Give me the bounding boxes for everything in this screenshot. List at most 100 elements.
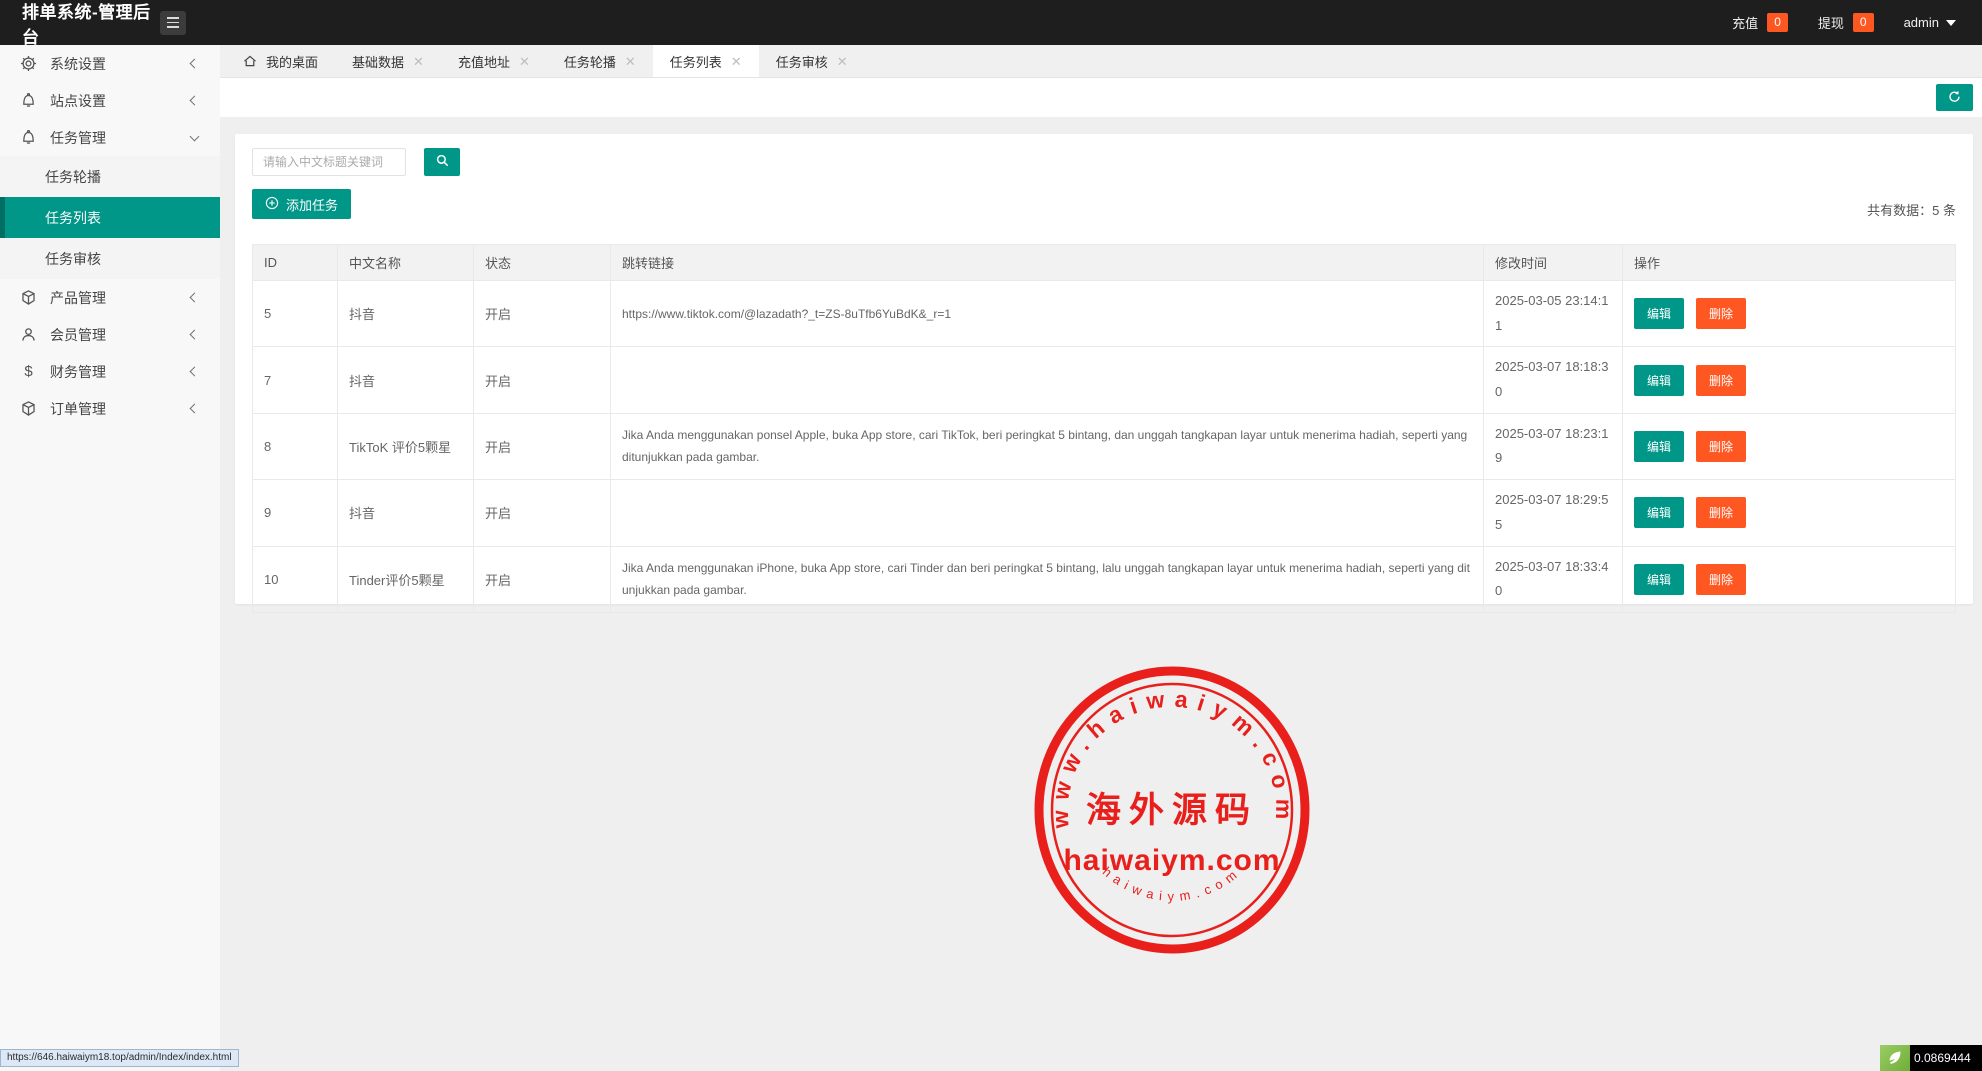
sidebar-item-task-management[interactable]: 任务管理 [0, 119, 220, 156]
dollar-icon: $ [20, 363, 37, 380]
cell-id: 7 [253, 347, 338, 413]
svg-text:haiwaiym.com: haiwaiym.com [1100, 864, 1244, 904]
chevron-down-icon [190, 131, 200, 141]
submenu-item-label: 任务列表 [45, 208, 101, 228]
username: admin [1904, 15, 1939, 30]
user-menu[interactable]: admin [1904, 15, 1956, 30]
col-time: 修改时间 [1484, 245, 1623, 281]
hamburger-menu-icon[interactable] [160, 11, 186, 35]
close-icon[interactable]: ✕ [519, 55, 530, 68]
delete-button[interactable]: 删除 [1696, 497, 1746, 528]
delete-button[interactable]: 删除 [1696, 365, 1746, 396]
chevron-left-icon [190, 330, 200, 340]
cell-id: 8 [253, 413, 338, 479]
search-button[interactable] [424, 148, 460, 176]
recharge-count-badge: 0 [1767, 13, 1788, 31]
chevron-left-icon [190, 404, 200, 414]
chevron-down-icon [1946, 20, 1956, 26]
sidebar-item-label: 站点设置 [50, 91, 191, 111]
tab-task-carousel[interactable]: 任务轮播 ✕ [547, 45, 653, 77]
cell-link: Jika Anda menggunakan iPhone, buka App s… [611, 546, 1484, 612]
sidebar-item-task-carousel[interactable]: 任务轮播 [0, 156, 220, 197]
chevron-left-icon [190, 293, 200, 303]
sidebar-item-order-management[interactable]: 订单管理 [0, 390, 220, 427]
cell-name: 抖音 [338, 281, 474, 347]
cell-id: 10 [253, 546, 338, 612]
refresh-icon [1947, 89, 1962, 107]
edit-button[interactable]: 编辑 [1634, 497, 1684, 528]
cell-link: https://www.tiktok.com/@lazadath?_t=ZS-8… [611, 281, 1484, 347]
sidebar-item-label: 订单管理 [50, 399, 191, 419]
tab-task-review[interactable]: 任务审核 ✕ [759, 45, 865, 77]
leaf-icon[interactable] [1880, 1045, 1910, 1071]
cell-time: 2025-03-07 18:23:19 [1484, 413, 1623, 479]
table-row: 7 抖音 开启 2025-03-07 18:18:30 编辑 删除 [253, 347, 1956, 413]
watermark-arc-bottom: haiwaiym.com [1100, 864, 1244, 904]
delete-button[interactable]: 删除 [1696, 564, 1746, 595]
sidebar-item-site-settings[interactable]: 站点设置 [0, 82, 220, 119]
edit-button[interactable]: 编辑 [1634, 564, 1684, 595]
sidebar-item-task-list[interactable]: 任务列表 [0, 197, 220, 238]
sidebar-item-label: 财务管理 [50, 362, 191, 382]
plus-circle-icon [265, 196, 279, 213]
task-submenu: 任务轮播 任务列表 任务审核 [0, 156, 220, 279]
withdraw-shortcut[interactable]: 提现 0 [1818, 13, 1874, 32]
recharge-shortcut[interactable]: 充值 0 [1732, 13, 1788, 32]
cell-status: 开启 [474, 546, 611, 612]
cell-link [611, 480, 1484, 546]
user-icon [20, 326, 37, 343]
cell-id: 9 [253, 480, 338, 546]
close-icon[interactable]: ✕ [413, 55, 424, 68]
tab-label: 任务列表 [670, 52, 722, 71]
cell-name: TikToK 评价5颗星 [338, 413, 474, 479]
sidebar: 系统设置 站点设置 任务管理 任务轮播 任务列表 任务审核 产品管理 [0, 45, 220, 1071]
tab-recharge-address[interactable]: 充值地址 ✕ [441, 45, 547, 77]
chevron-left-icon [190, 367, 200, 377]
cell-link [611, 347, 1484, 413]
app-title: 排单系统-管理后台 [0, 0, 160, 48]
sidebar-item-task-review[interactable]: 任务审核 [0, 238, 220, 279]
tab-bar: 我的桌面 基础数据 ✕ 充值地址 ✕ 任务轮播 ✕ 任务列表 ✕ 任务审核 ✕ [220, 45, 1982, 78]
page-toolstrip [220, 78, 1982, 117]
cell-status: 开启 [474, 281, 611, 347]
edit-button[interactable]: 编辑 [1634, 298, 1684, 329]
refresh-button[interactable] [1936, 84, 1973, 111]
search-input[interactable] [252, 148, 406, 176]
bell-icon [20, 129, 37, 146]
cell-name: 抖音 [338, 480, 474, 546]
edit-button[interactable]: 编辑 [1634, 431, 1684, 462]
cell-time: 2025-03-07 18:18:30 [1484, 347, 1623, 413]
tab-basic-data[interactable]: 基础数据 ✕ [335, 45, 441, 77]
col-id: ID [253, 245, 338, 281]
close-icon[interactable]: ✕ [837, 55, 848, 68]
cell-id: 5 [253, 281, 338, 347]
recharge-label: 充值 [1732, 13, 1758, 32]
close-icon[interactable]: ✕ [731, 55, 742, 68]
edit-button[interactable]: 编辑 [1634, 365, 1684, 396]
submenu-item-label: 任务审核 [45, 249, 101, 269]
col-name: 中文名称 [338, 245, 474, 281]
sidebar-item-member-management[interactable]: 会员管理 [0, 316, 220, 353]
sidebar-item-finance-management[interactable]: $ 财务管理 [0, 353, 220, 390]
close-icon[interactable]: ✕ [625, 55, 636, 68]
cell-time: 2025-03-07 18:29:55 [1484, 480, 1623, 546]
add-task-button[interactable]: 添加任务 [252, 189, 351, 219]
table-header-row: ID 中文名称 状态 跳转链接 修改时间 操作 [253, 245, 1956, 281]
sidebar-item-system-settings[interactable]: 系统设置 [0, 45, 220, 82]
delete-button[interactable]: 删除 [1696, 431, 1746, 462]
tab-label: 充值地址 [458, 52, 510, 71]
delete-button[interactable]: 删除 [1696, 298, 1746, 329]
cell-link: Jika Anda menggunakan ponsel Apple, buka… [611, 413, 1484, 479]
metric-value: 0.0869444 [1910, 1045, 1982, 1071]
tab-my-desktop[interactable]: 我的桌面 [226, 45, 335, 77]
bell-icon [20, 92, 37, 109]
sidebar-item-label: 会员管理 [50, 325, 191, 345]
sidebar-item-product-management[interactable]: 产品管理 [0, 279, 220, 316]
tab-task-list[interactable]: 任务列表 ✕ [653, 45, 759, 77]
gear-icon [20, 55, 37, 72]
tab-label: 我的桌面 [266, 52, 318, 71]
table-row: 5 抖音 开启 https://www.tiktok.com/@lazadath… [253, 281, 1956, 347]
watermark-arc-top: www.haiwaiym.com [1047, 685, 1298, 830]
task-table: ID 中文名称 状态 跳转链接 修改时间 操作 5 抖音 开启 https://… [252, 244, 1956, 613]
watermark-stamp: www.haiwaiym.com 海外源码 haiwaiym.com haiwa… [1032, 664, 1312, 956]
